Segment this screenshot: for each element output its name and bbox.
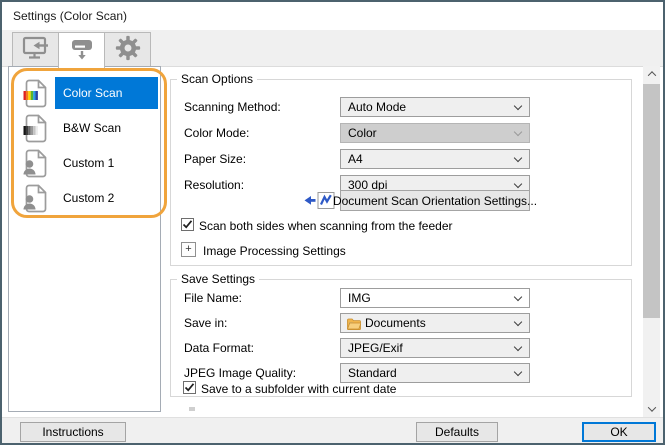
save-in-label: Save in: — [184, 316, 227, 330]
monitor-scan-icon — [22, 36, 50, 63]
color-document-icon — [22, 78, 48, 108]
chevron-down-icon — [514, 293, 522, 301]
chevron-down-icon — [647, 403, 655, 411]
orientation-button-label: Document Scan Orientation Settings... — [333, 194, 537, 208]
footer-bar: Instructions Defaults OK — [2, 417, 663, 443]
jpeg-quality-select[interactable]: Standard — [340, 363, 530, 383]
profile-label: Custom 2 — [63, 191, 114, 205]
image-processing-label: Image Processing Settings — [203, 244, 346, 258]
save-in-select[interactable]: Documents — [340, 313, 530, 333]
ok-button-label: OK — [610, 425, 627, 439]
bw-document-icon — [22, 113, 48, 143]
color-mode-select: Color — [340, 123, 530, 143]
plus-icon: + — [185, 243, 191, 255]
profile-item-custom-1[interactable]: Custom 1 — [55, 147, 158, 179]
tab-strip — [2, 30, 663, 67]
instructions-button-label: Instructions — [42, 425, 103, 439]
chevron-down-icon — [514, 368, 522, 376]
scrollbar-thumb[interactable] — [643, 84, 660, 318]
scrollbar[interactable] — [643, 66, 660, 417]
profile-item-bw-scan[interactable]: B&W Scan — [55, 112, 158, 144]
gear-icon — [115, 35, 141, 64]
scroll-up-button[interactable] — [643, 66, 660, 82]
folder-icon — [347, 318, 361, 333]
color-mode-label: Color Mode: — [184, 126, 249, 140]
tab-general-settings[interactable] — [104, 32, 151, 67]
checkmark-icon — [184, 382, 195, 393]
checkmark-icon — [182, 219, 193, 230]
profile-label: B&W Scan — [63, 121, 121, 135]
duplex-scan-checkbox[interactable] — [181, 218, 194, 231]
document-scan-orientation-button[interactable]: Document Scan Orientation Settings... — [340, 190, 530, 211]
chevron-up-icon — [647, 71, 655, 79]
scanning-method-select[interactable]: Auto Mode — [340, 97, 530, 117]
data-format-value: JPEG/Exif — [348, 339, 403, 357]
window-title: Settings (Color Scan) — [13, 2, 127, 30]
save-in-value: Documents — [365, 314, 426, 332]
scroll-down-button[interactable] — [643, 401, 660, 417]
jpeg-quality-value: Standard — [348, 364, 397, 382]
subfolder-date-label: Save to a subfolder with current date — [201, 382, 396, 396]
save-settings-title: Save Settings — [177, 272, 259, 286]
image-processing-expander[interactable]: + — [181, 242, 196, 257]
duplex-scan-label: Scan both sides when scanning from the f… — [199, 219, 453, 233]
instructions-button[interactable]: Instructions — [20, 422, 126, 442]
paper-size-label: Paper Size: — [184, 152, 246, 166]
scan-options-title: Scan Options — [177, 72, 257, 86]
chevron-down-icon — [514, 318, 522, 326]
profile-item-color-scan[interactable]: Color Scan — [55, 77, 158, 109]
tab-scan-to-computer[interactable] — [12, 32, 59, 67]
scanner-scan-icon — [69, 37, 95, 64]
settings-dialog: Settings (Color Scan) — [0, 0, 665, 445]
file-name-value: IMG — [348, 289, 371, 307]
custom-profile-icon — [22, 183, 48, 213]
jpeg-quality-label: JPEG Image Quality: — [184, 366, 296, 380]
data-format-label: Data Format: — [184, 341, 254, 355]
chevron-down-icon — [514, 154, 522, 162]
file-name-input[interactable]: IMG — [340, 288, 530, 308]
paper-size-value: A4 — [348, 150, 363, 168]
profile-label: Custom 1 — [63, 156, 114, 170]
next-section-partial — [189, 407, 195, 411]
paper-size-select[interactable]: A4 — [340, 149, 530, 169]
tab-scan-from-device[interactable] — [58, 32, 105, 68]
ok-button[interactable]: OK — [582, 422, 656, 442]
subfolder-date-checkbox[interactable] — [183, 381, 196, 394]
chevron-down-icon — [514, 180, 522, 188]
titlebar: Settings (Color Scan) — [2, 2, 663, 30]
color-mode-value: Color — [348, 124, 377, 142]
scanning-method-label: Scanning Method: — [184, 100, 281, 114]
chevron-down-icon — [514, 343, 522, 351]
defaults-button[interactable]: Defaults — [416, 422, 498, 442]
data-format-select[interactable]: JPEG/Exif — [340, 338, 530, 358]
profile-item-custom-2[interactable]: Custom 2 — [55, 182, 158, 214]
chevron-down-icon — [514, 102, 522, 110]
chevron-down-icon — [514, 128, 522, 136]
resolution-label: Resolution: — [184, 178, 244, 192]
defaults-button-label: Defaults — [435, 425, 479, 439]
scanning-method-value: Auto Mode — [348, 98, 406, 116]
profile-label: Color Scan — [63, 86, 122, 100]
file-name-label: File Name: — [184, 291, 242, 305]
custom-profile-icon — [22, 148, 48, 178]
